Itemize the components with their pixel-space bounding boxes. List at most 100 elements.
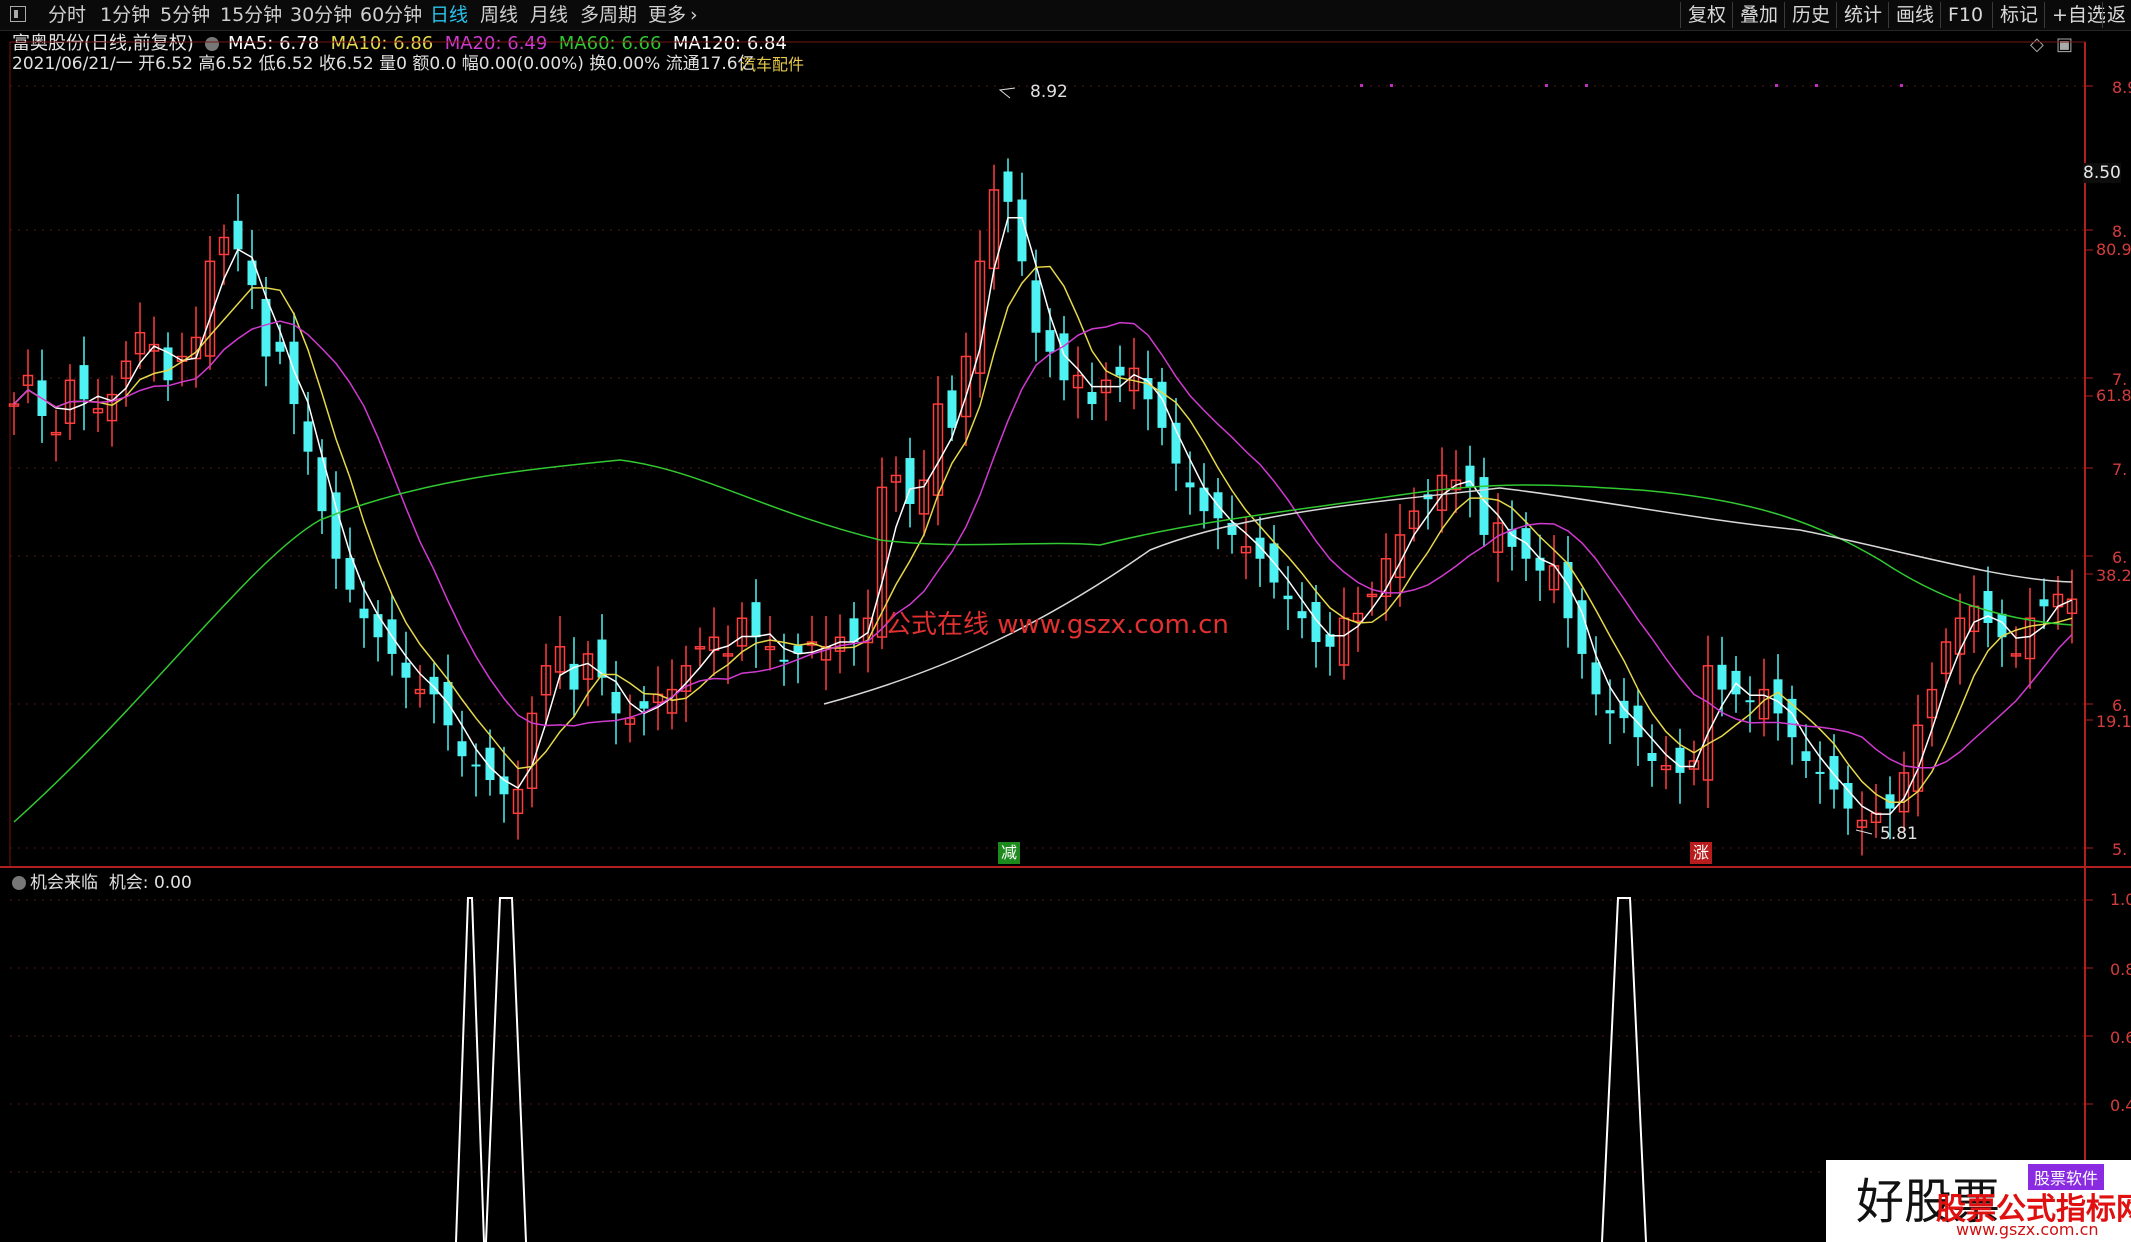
draw-line-button[interactable]: 画线 <box>1888 2 1941 28</box>
buy-signal-badge: 涨 <box>1690 842 1712 864</box>
sell-signal-badge: 减 <box>998 842 1020 864</box>
period-tab-30min[interactable]: 30分钟 <box>290 3 352 27</box>
candle-body-down <box>1465 465 1475 488</box>
candle-body-down <box>359 608 369 619</box>
period-tab-60min[interactable]: 60分钟 <box>360 3 422 27</box>
candle-body-down <box>1591 662 1601 695</box>
watermark-url: www.gszx.com.cn <box>1956 1220 2099 1239</box>
back-button[interactable]: 返 <box>2102 2 2130 28</box>
candlestick-chart[interactable] <box>0 40 2131 870</box>
period-tab-1min[interactable]: 1分钟 <box>100 3 150 27</box>
signal-spike <box>1601 897 1647 1242</box>
candle-body-down <box>1675 747 1685 773</box>
f10-button[interactable]: F10 <box>1940 2 1990 28</box>
candle-body-down <box>457 741 467 757</box>
signal-spike <box>485 897 527 1242</box>
candle-body-down <box>331 492 341 559</box>
axis-label: 6. <box>2112 548 2128 567</box>
candle-body-down <box>373 614 383 638</box>
candle-body-down <box>1115 366 1125 376</box>
period-tab-more[interactable]: 更多 <box>648 3 686 27</box>
axis-label: 7. <box>2112 460 2128 479</box>
period-tab-weekly[interactable]: 周线 <box>480 3 518 27</box>
marker-dot <box>1815 84 1818 87</box>
indicator-chart[interactable] <box>0 868 2131 1242</box>
center-watermark: 公式在线 www.gszx.com.cn <box>885 610 1229 640</box>
ind-axis-label: 0.6 <box>2110 1028 2131 1047</box>
fib-label: 38.2 <box>2096 566 2131 585</box>
low-marker-arrow <box>1855 829 1873 835</box>
candle-body-down <box>1829 756 1839 790</box>
overlay-button[interactable]: 叠加 <box>1732 2 1785 28</box>
candle-body-down <box>401 662 411 678</box>
candle-body-down <box>1087 392 1097 405</box>
period-tab-multi[interactable]: 多周期 <box>580 3 637 27</box>
candle-body-down <box>1717 664 1727 690</box>
statistics-button[interactable]: 统计 <box>1836 2 1889 28</box>
fuquan-button[interactable]: 复权 <box>1680 2 1733 28</box>
mark-button[interactable]: 标记 <box>1992 2 2045 28</box>
marker-dot <box>1775 84 1778 87</box>
indicator-title: 机会来临 <box>30 873 98 893</box>
candle-body-down <box>611 691 621 714</box>
ind-axis-label: 0.4 <box>2110 1096 2131 1115</box>
candle-body-down <box>1283 595 1293 600</box>
indicator-value: 机会: 0.00 <box>108 873 192 893</box>
history-button[interactable]: 历史 <box>1784 2 1837 28</box>
marker-dot <box>1545 84 1548 87</box>
fib-label: 61.8 <box>2096 386 2131 405</box>
indicator-settings-icon[interactable] <box>12 876 26 890</box>
candle-body-down <box>1311 602 1321 643</box>
candle-body-down <box>1003 171 1013 202</box>
candle-body-down <box>849 618 859 643</box>
candle-body-down <box>261 298 271 357</box>
high-marker-arrow <box>998 87 1016 99</box>
axis-label: 8.9 <box>2112 78 2131 97</box>
axis-current-price: 8.50 <box>2083 163 2121 183</box>
axis-label: 8. <box>2112 222 2128 241</box>
fib-label: 80.9 <box>2096 240 2131 259</box>
candle-body-down <box>1633 705 1643 738</box>
candle-body-down <box>289 341 299 405</box>
candle-body-down <box>751 602 761 638</box>
signal-spike <box>455 897 485 1242</box>
stock-chart-app: 分时 1分钟 5分钟 15分钟 30分钟 60分钟 日线 周线 月线 多周期 更… <box>0 0 2131 1242</box>
axis-label: 5. <box>2112 840 2128 859</box>
indicator-header: 机会来临 机会: 0.00 <box>12 868 192 893</box>
fib-label: 19.1 <box>2096 712 2131 731</box>
candle-body-down <box>1815 771 1825 774</box>
candle-body-down <box>1983 590 1993 623</box>
period-tab-15min[interactable]: 15分钟 <box>220 3 282 27</box>
menu-toggle-icon[interactable] <box>10 6 26 22</box>
marker-dot <box>1900 84 1903 87</box>
high-price-marker: 8.92 <box>1030 82 1068 102</box>
candle-body-down <box>1605 710 1615 714</box>
marker-dot <box>1360 84 1363 87</box>
candle-body-down <box>1185 482 1195 488</box>
candle-body-down <box>275 341 285 352</box>
ind-axis-label: 0.8 <box>2110 960 2131 979</box>
candle-body-down <box>1745 700 1755 703</box>
period-tab-fenshi[interactable]: 分时 <box>48 3 86 27</box>
corner-watermark: 好股票 股票软件 股票公式指标网 www.gszx.com.cn <box>1826 1160 2131 1242</box>
period-toolbar: 分时 1分钟 5分钟 15分钟 30分钟 60分钟 日线 周线 月线 多周期 更… <box>0 0 2131 31</box>
candle-body-down <box>1647 753 1657 761</box>
candle-body-down <box>1297 611 1307 619</box>
low-price-marker: 5.81 <box>1880 824 1918 844</box>
candle-body-down <box>639 701 649 709</box>
candle-body-down <box>471 764 481 767</box>
candle-body-down <box>1255 537 1265 559</box>
period-tab-daily[interactable]: 日线 <box>430 3 468 27</box>
candle-body-down <box>1059 333 1069 381</box>
candle-body-down <box>1577 600 1587 654</box>
candle-body-down <box>79 365 89 400</box>
candle-body-down <box>1045 330 1055 352</box>
candle-body-down <box>233 220 243 250</box>
candle-body-down <box>1031 280 1041 333</box>
candle-body-down <box>1773 679 1783 714</box>
candle-body-down <box>1801 751 1811 761</box>
period-tab-monthly[interactable]: 月线 <box>530 3 568 27</box>
marker-dot <box>1585 84 1588 87</box>
period-tab-5min[interactable]: 5分钟 <box>160 3 210 27</box>
chevron-right-icon[interactable]: › <box>690 3 698 27</box>
